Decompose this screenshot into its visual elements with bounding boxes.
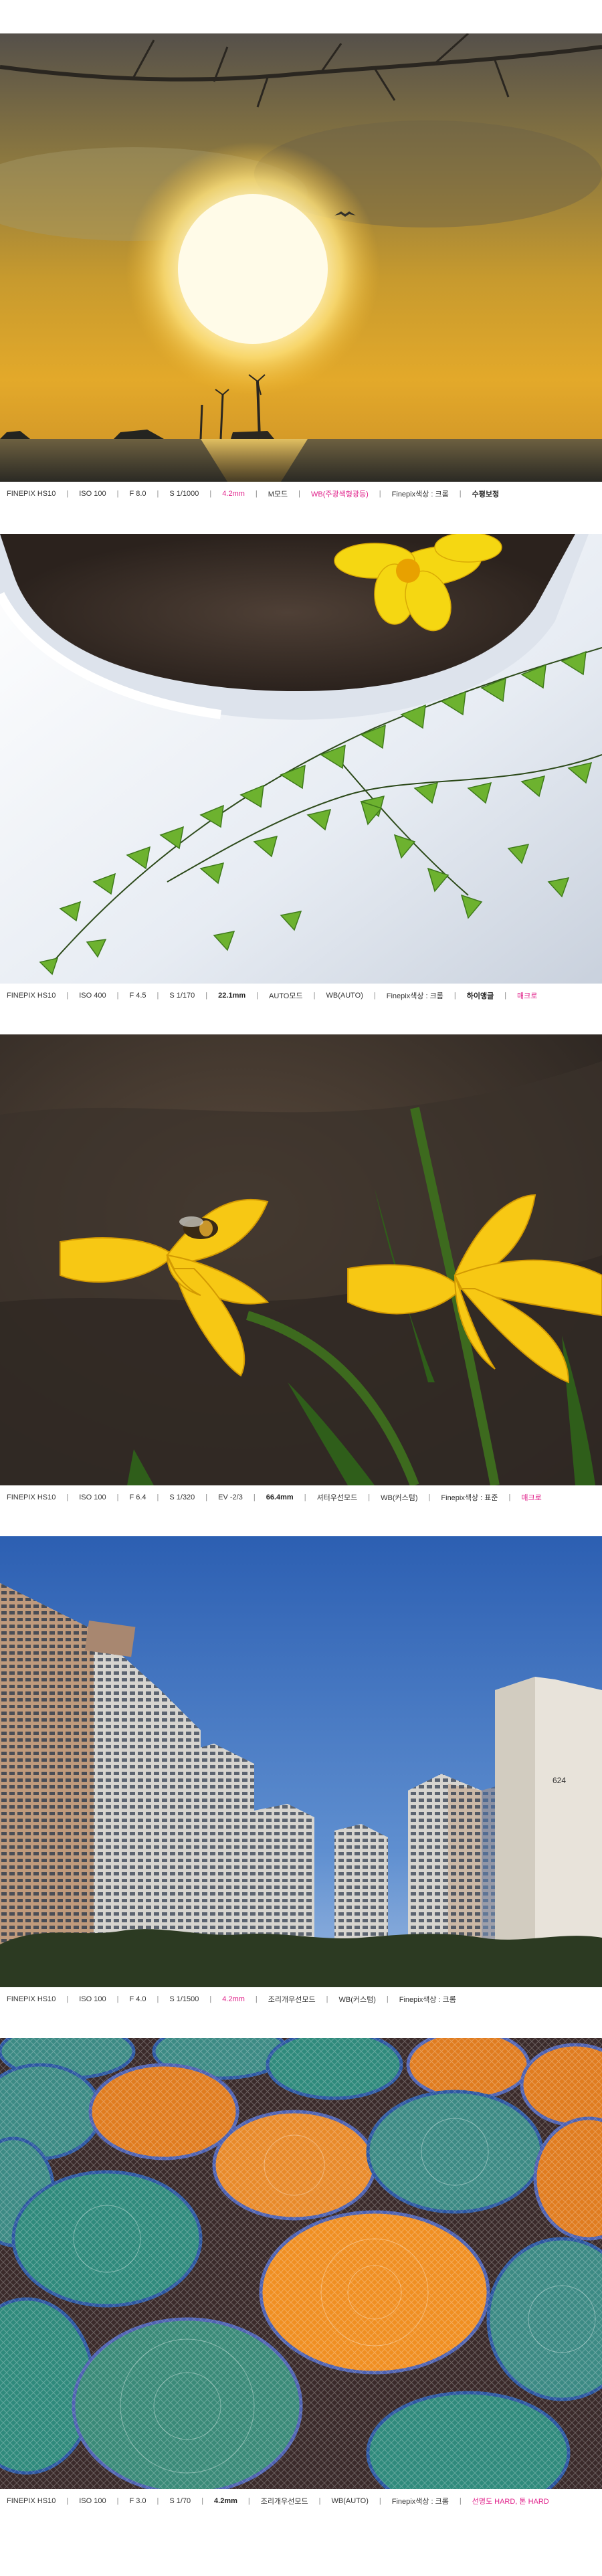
- caption-separator: |: [459, 490, 462, 498]
- caption-item: S 1/170: [169, 992, 195, 1000]
- caption-separator: |: [454, 992, 456, 1000]
- caption-item: S 1/70: [169, 2497, 191, 2505]
- photo-fern-pot: [0, 534, 602, 984]
- caption-separator: |: [368, 1493, 371, 1501]
- caption-separator: |: [157, 992, 159, 1000]
- caption-separator: |: [508, 1493, 511, 1501]
- caption-item: EV -2/3: [218, 1493, 243, 1501]
- caption-separator: |: [66, 2497, 69, 2505]
- caption-separator: |: [379, 490, 381, 498]
- photo-3-caption: FINEPIX HS10 | ISO 100 | F 6.4 | S 1/320 | EV -2…: [7, 1491, 595, 1504]
- caption-item: WB(커스텀): [381, 1494, 418, 1502]
- caption-separator: |: [66, 1493, 69, 1501]
- caption-separator: |: [298, 490, 301, 498]
- caption-item: FINEPIX HS10: [7, 2497, 56, 2505]
- caption-separator: |: [428, 1493, 431, 1501]
- caption-item: 수평보정: [472, 490, 500, 498]
- caption-item: S 1/1000: [169, 490, 199, 498]
- caption-item: S 1/320: [169, 1493, 195, 1501]
- caption-separator: |: [209, 490, 212, 498]
- caption-item: 매크로: [521, 1494, 542, 1502]
- caption-separator: |: [66, 490, 69, 498]
- caption-separator: |: [386, 1995, 389, 2003]
- caption-separator: |: [247, 2497, 250, 2505]
- caption-separator: |: [304, 1493, 306, 1501]
- caption-separator: |: [116, 2497, 119, 2505]
- caption-item: ISO 400: [79, 992, 106, 1000]
- caption-item: F 3.0: [129, 2497, 146, 2505]
- caption-item: 4.2mm: [222, 490, 245, 498]
- caption-separator: |: [157, 490, 159, 498]
- caption-separator: |: [326, 1995, 328, 2003]
- caption-item: F 8.0: [129, 490, 146, 498]
- caption-item: FINEPIX HS10: [7, 1995, 56, 2003]
- photo-fishing-nets: [0, 2038, 602, 2489]
- caption-item: Finepix색상 : 크롬: [386, 992, 443, 1000]
- caption-separator: |: [209, 1995, 212, 2003]
- caption-item: ISO 100: [79, 1995, 106, 2003]
- photo-1-caption: FINEPIX HS10 | ISO 100 | F 8.0 | S 1/1000 | 4.2m…: [7, 487, 595, 500]
- caption-separator: |: [379, 2497, 381, 2505]
- caption-item: 하이앵글: [466, 992, 494, 1000]
- caption-separator: |: [157, 1995, 159, 2003]
- caption-item: Finepix색상 : 크롬: [391, 490, 449, 498]
- caption-item: F 4.0: [129, 1995, 146, 2003]
- caption-separator: |: [116, 1995, 119, 2003]
- caption-separator: |: [157, 2497, 159, 2505]
- caption-item: WB(주광색형광등): [311, 490, 369, 498]
- caption-item: Finepix색상 : 크롬: [391, 2498, 449, 2506]
- photo-sunset-wind-turbines: [0, 33, 602, 482]
- caption-item: ISO 100: [79, 1493, 106, 1501]
- caption-item: ISO 100: [79, 490, 106, 498]
- caption-item: 매크로: [517, 992, 538, 1000]
- caption-separator: |: [318, 2497, 321, 2505]
- photo-4-caption: FINEPIX HS10 | ISO 100 | F 4.0 | S 1/1500 | 4.2m…: [7, 1993, 595, 2006]
- caption-item: AUTO모드: [269, 992, 303, 1000]
- caption-item: F 6.4: [129, 1493, 146, 1501]
- caption-separator: |: [116, 992, 119, 1000]
- caption-separator: |: [66, 992, 69, 1000]
- caption-separator: |: [201, 2497, 204, 2505]
- caption-item: 셔터우선모드: [316, 1494, 358, 1502]
- caption-item: FINEPIX HS10: [7, 490, 56, 498]
- photo-2-caption: FINEPIX HS10 | ISO 400 | F 4.5 | S 1/170 | 22.1m…: [7, 989, 595, 1002]
- building-number-label: 624: [553, 1776, 567, 1785]
- caption-separator: |: [256, 992, 258, 1000]
- caption-item: WB(커스텀): [338, 1996, 376, 2004]
- caption-separator: |: [255, 490, 258, 498]
- caption-item: Finepix색상 : 크롬: [399, 1996, 456, 2004]
- caption-item: WB(AUTO): [331, 2497, 369, 2505]
- caption-item: 조리개우선모드: [260, 2498, 308, 2506]
- caption-item: S 1/1500: [169, 1995, 199, 2003]
- caption-separator: |: [504, 992, 507, 1000]
- caption-item: WB(AUTO): [326, 992, 363, 1000]
- caption-separator: |: [116, 490, 119, 498]
- caption-separator: |: [66, 1995, 69, 2003]
- caption-item: 4.2mm: [222, 1995, 245, 2003]
- caption-item: 4.2mm: [214, 2497, 237, 2505]
- caption-item: 66.4mm: [266, 1493, 294, 1501]
- caption-item: M모드: [268, 490, 288, 498]
- caption-separator: |: [157, 1493, 159, 1501]
- caption-separator: |: [459, 2497, 462, 2505]
- caption-item: F 4.5: [129, 992, 146, 1000]
- photo-5-caption: FINEPIX HS10 | ISO 100 | F 3.0 | S 1/70 | 4.2mm |…: [7, 2494, 595, 2508]
- caption-item: 조리개우선모드: [268, 1996, 316, 2004]
- caption-item: 22.1mm: [218, 992, 246, 1000]
- caption-separator: |: [313, 992, 316, 1000]
- caption-item: FINEPIX HS10: [7, 1493, 56, 1501]
- photo-apartment-buildings: 624: [0, 1536, 602, 1987]
- caption-separator: |: [255, 1995, 258, 2003]
- caption-separator: |: [116, 1493, 119, 1501]
- photo-daffodils-bee: [0, 1034, 602, 1485]
- caption-separator: |: [253, 1493, 256, 1501]
- caption-item: FINEPIX HS10: [7, 992, 56, 1000]
- caption-item: ISO 100: [79, 2497, 106, 2505]
- caption-separator: |: [373, 992, 376, 1000]
- caption-item: 선명도 HARD, 톤 HARD: [472, 2498, 549, 2506]
- caption-separator: |: [205, 1493, 208, 1501]
- caption-item: Finepix색상 : 표준: [441, 1494, 498, 1502]
- caption-separator: |: [205, 992, 208, 1000]
